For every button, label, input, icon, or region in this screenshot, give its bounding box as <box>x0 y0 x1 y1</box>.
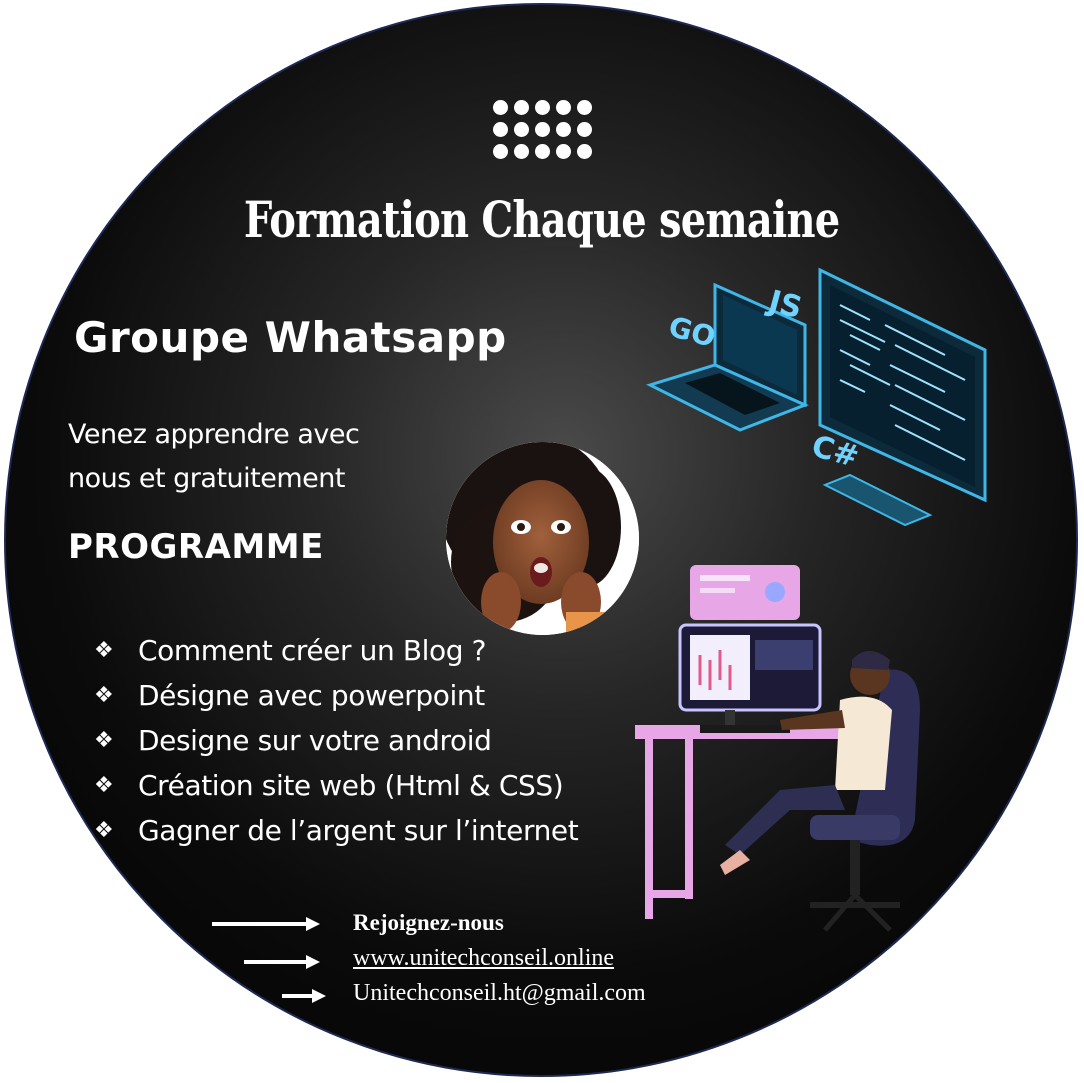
surprised-woman-photo <box>446 442 639 635</box>
list-item-label: Création site web (Html & CSS) <box>138 769 564 802</box>
coding-devices-illustration: GO JS C# <box>645 267 987 527</box>
list-item-label: Gagner de l’argent sur l’internet <box>138 814 579 847</box>
list-item: ❖ Designe sur votre android <box>94 718 578 763</box>
intro-line-1: Venez apprendre avec <box>68 419 360 450</box>
dots-grid-icon <box>493 100 593 162</box>
intro-text: Venez apprendre avec nous et gratuitemen… <box>68 413 448 501</box>
diamond-bullet-icon: ❖ <box>94 773 114 798</box>
list-item: ❖ Désigne avec powerpoint <box>94 673 578 718</box>
list-item-label: Désigne avec powerpoint <box>138 679 485 712</box>
person-at-desk-illustration <box>635 565 920 932</box>
arrow-right-icon <box>244 955 320 969</box>
go-label: GO <box>665 310 719 354</box>
program-list: ❖ Comment créer un Blog ? ❖ Désigne avec p… <box>94 628 579 853</box>
arrow-right-icon <box>212 917 320 931</box>
email-address[interactable]: Unitechconseil.ht@gmail.com <box>353 980 646 1007</box>
diamond-bullet-icon: ❖ <box>94 683 114 708</box>
diamond-bullet-icon: ❖ <box>94 638 114 663</box>
diamond-bullet-icon: ❖ <box>94 818 114 843</box>
program-heading: PROGRAMME <box>68 527 324 567</box>
website-link[interactable]: www.unitechconseil.online <box>353 945 614 972</box>
list-item: ❖ Gagner de l’argent sur l’internet <box>94 808 579 853</box>
list-item-label: Designe sur votre android <box>138 724 492 757</box>
list-item: ❖ Création site web (Html & CSS) <box>94 763 578 808</box>
list-item-label: Comment créer un Blog ? <box>138 634 487 667</box>
join-us-label: Rejoignez-nous <box>353 910 504 935</box>
list-item: ❖ Comment créer un Blog ? <box>94 628 578 673</box>
diamond-bullet-icon: ❖ <box>94 728 114 753</box>
intro-line-2: nous et gratuitement <box>68 463 345 494</box>
poster-title: Formation Chaque semaine <box>243 190 840 249</box>
arrow-right-icon <box>282 989 326 1003</box>
whatsapp-group-heading: Groupe Whatsapp <box>74 313 507 362</box>
